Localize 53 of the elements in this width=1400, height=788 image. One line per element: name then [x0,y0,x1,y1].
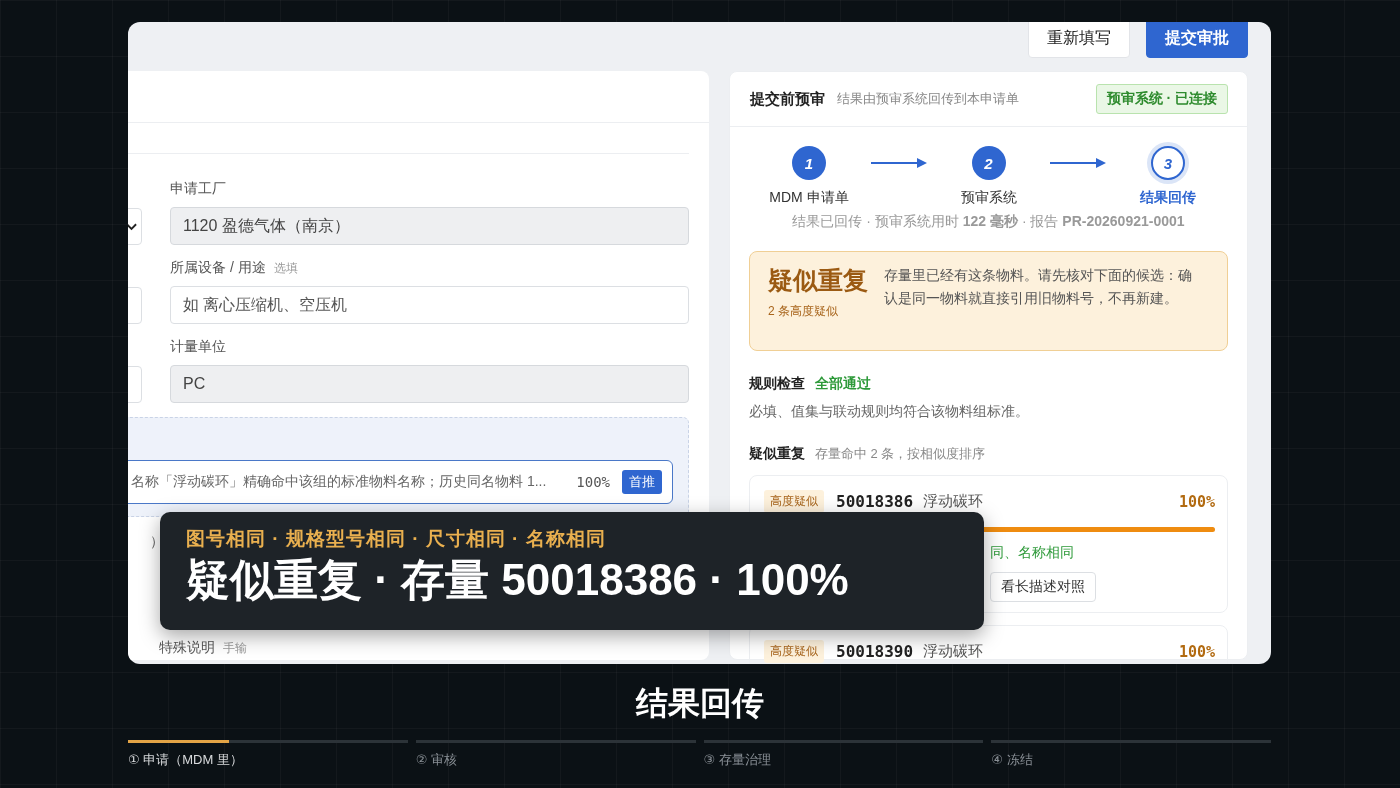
material-name: 浮动碳环 [923,492,985,511]
material-code: 50018386 [836,492,914,511]
input-field[interactable]: 1120 盈德气体（南京） [170,207,689,245]
subtitle: 结果回传 [636,684,764,723]
material-code: 50018390 [836,642,914,661]
field-label: 计量单位 [170,338,226,356]
match-score: 100% [576,474,610,490]
similarity-tag: 高度疑似 [764,490,824,513]
step-circle: 1 [792,146,826,180]
warning-count: 2 条高度疑似 [768,303,839,320]
reset-button[interactable]: 重新填写 [1028,22,1130,58]
warning-text: 存量里已经有这条物料。请先核对下面的候选：确认是同一物料就直接引用旧物料号，不再新建。 [884,266,1193,308]
section-title: 规则检查 [749,375,805,393]
match-reasons: 同、名称相同 [989,544,1075,562]
caption-headline: 疑似重复 · 存量 50018386 · 100% [186,556,850,605]
compare-button[interactable]: 看长描述对照 [990,572,1096,602]
rules-result: 全部通过 [815,375,871,393]
result-meta: 结果已回传 · 预审系统用时 122 毫秒 · 报告 PR-20260921-0001 [791,213,1186,231]
step-label: 预审系统 [960,189,1017,207]
step-label: MDM 申请单 [769,189,849,207]
similarity-tag: 高度疑似 [764,640,824,663]
panel-subtitle: 结果由预审系统回传到本申请单 [837,90,1020,108]
caption-reasons: 图号相同 · 规格型号相同 · 尺寸相同 · 名称相同 [186,527,607,551]
chapter-label[interactable]: ④ 冻结 [991,751,1271,769]
section-summary: 存量命中 2 条，按相似度排序 [815,445,986,463]
step-label: 结果回传 [1140,189,1196,207]
field-hint: 选填 [273,260,298,277]
arrow-icon [870,158,927,168]
similarity-score: 100% [1178,642,1215,661]
similarity-score: 100% [1178,492,1215,511]
status-badge: 预审系统 · 已连接 [1095,84,1228,114]
field-label: 所属设备 / 用途 [170,259,266,277]
suggestion-text: 名称「浮动碳环」精确命中该组的标准物料名称；历史同名物料 1... [131,473,548,491]
recommended-badge: 首推 [622,470,662,494]
chevron-down-icon [128,222,137,231]
rules-text: 必填、值集与联动规则均符合该物料组标准。 [749,403,1030,421]
suggestion-option[interactable]: 名称「浮动碳环」精确命中该组的标准物料名称；历史同名物料 1... 100% 首推 [128,460,673,504]
field-label: 特殊说明 [159,639,215,657]
chapter-label[interactable]: ③ 存量治理 [703,751,984,769]
material-name: 浮动碳环 [923,642,985,661]
submit-button[interactable]: 提交审批 [1146,22,1248,58]
panel-title: 提交前预审 [750,89,825,109]
input-field[interactable]: 如 离心压缩机、空压机 [170,286,689,324]
arrow-icon [1050,158,1107,168]
field-label: ） [150,533,164,551]
warning-title: 疑似重复 [768,265,868,296]
chapter-label[interactable]: ② 审核 [415,751,696,769]
field-hint: 手输 [223,640,247,657]
field-label: 申请工厂 [170,180,226,198]
chapter-label[interactable]: ① 申请（MDM 里） [128,751,408,769]
input-field[interactable]: PC [170,365,689,403]
section-title: 疑似重复 [749,445,805,463]
step-circle: 2 [971,146,1006,180]
